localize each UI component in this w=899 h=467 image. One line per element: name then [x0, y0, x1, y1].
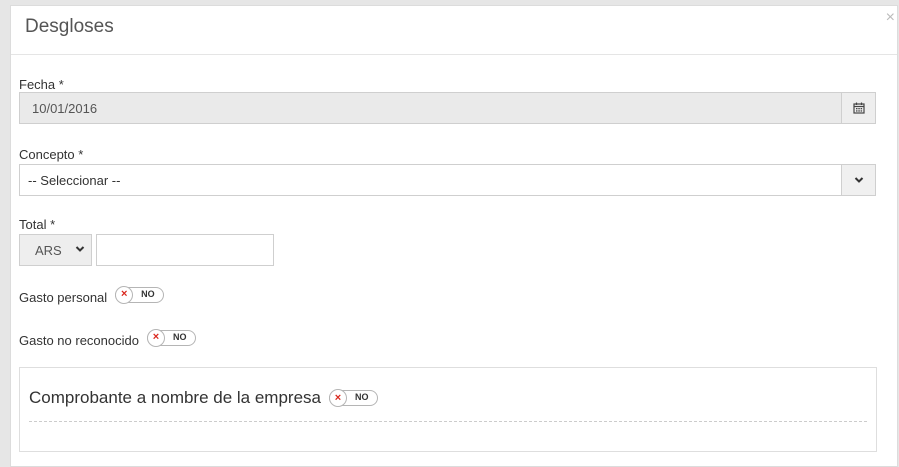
comprobante-label: Comprobante a nombre de la empresa — [29, 388, 321, 407]
total-label: Total * — [19, 217, 56, 232]
concepto-dropdown-button[interactable] — [841, 165, 875, 195]
modal-header: Desgloses × — [11, 6, 897, 55]
comprobante-toggle[interactable]: × NO — [329, 389, 378, 407]
comprobante-panel: Comprobante a nombre de la empresa × NO — [19, 367, 877, 452]
close-x-icon: × — [115, 285, 134, 304]
chevron-down-icon — [854, 177, 863, 183]
gasto-no-reconocido-row: Gasto no reconocido × NO — [19, 327, 196, 348]
toggle-state-text: NO — [141, 288, 155, 299]
concepto-value: -- Seleccionar -- — [28, 173, 121, 188]
gasto-no-reconocido-label: Gasto no reconocido — [19, 333, 139, 348]
modal-title: Desgloses — [25, 16, 114, 37]
calendar-icon — [852, 102, 865, 114]
concepto-select[interactable]: -- Seleccionar -- — [19, 164, 876, 196]
close-x-icon: × — [146, 328, 165, 347]
close-icon[interactable]: × — [886, 10, 895, 26]
toggle-state-text: NO — [172, 331, 187, 342]
gasto-no-reconocido-toggle[interactable]: × NO — [146, 328, 196, 347]
fecha-label: Fecha * — [19, 77, 64, 92]
comprobante-row: Comprobante a nombre de la empresa × NO — [29, 388, 378, 408]
currency-select[interactable]: ARS — [19, 234, 92, 266]
currency-value: ARS — [35, 243, 62, 258]
dashed-divider — [29, 421, 867, 422]
gasto-personal-row: Gasto personal × NO — [19, 284, 165, 305]
gasto-personal-toggle[interactable]: × NO — [115, 285, 165, 304]
concepto-label: Concepto * — [19, 147, 84, 162]
toggle-state-text: NO — [355, 392, 369, 402]
chevron-down-icon — [75, 246, 85, 252]
total-amount-input[interactable] — [96, 234, 274, 266]
close-x-icon: × — [329, 389, 347, 407]
calendar-button[interactable] — [841, 93, 875, 123]
fecha-field[interactable]: 10/01/2016 — [19, 92, 876, 124]
fecha-value: 10/01/2016 — [32, 101, 98, 116]
gasto-personal-label: Gasto personal — [19, 290, 108, 305]
